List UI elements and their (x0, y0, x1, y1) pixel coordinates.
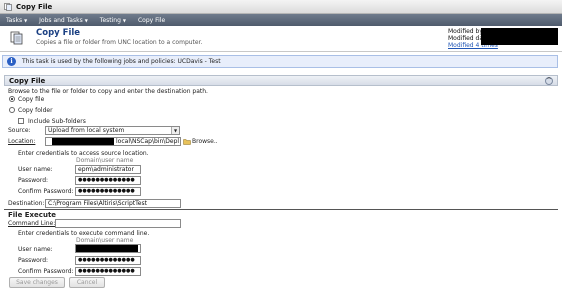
info-text: This task is used by the following jobs … (22, 58, 221, 65)
copy-file-icon (4, 2, 12, 11)
info-banner: i This task is used by the following job… (2, 55, 558, 68)
copy-instructions: Browse to the file or folder to copy and… (8, 88, 208, 95)
source-select[interactable]: Upload from local system ▼ (45, 126, 180, 135)
execute-password-input[interactable]: ●●●●●●●●●●●●● (75, 256, 141, 265)
task-header: Copy File Copies a file or folder from U… (0, 26, 562, 52)
redacted-block (76, 245, 138, 252)
menu-testing[interactable]: Testing ▼ (100, 17, 126, 24)
redacted-block (481, 28, 558, 45)
password-input[interactable]: ●●●●●●●●●●●●● (75, 176, 141, 185)
command-line-input[interactable] (55, 219, 181, 228)
execute-domain-hint: Domain\user name (76, 237, 134, 244)
modified-by-label: Modified by (448, 28, 483, 35)
menu-tasks[interactable]: Tasks ▼ (6, 17, 27, 24)
menu-jobs-and-tasks[interactable]: Jobs and Tasks ▼ (39, 17, 88, 24)
username-label: User name: (18, 166, 53, 173)
credentials-hint: Enter credentials to access source locat… (18, 150, 149, 157)
copy-file-radio-label: Copy file (18, 96, 45, 103)
copy-folder-radio-label: Copy folder (18, 107, 53, 114)
file-execute-title: File Execute (8, 211, 57, 219)
execute-credentials-hint: Enter credentials to execute command lin… (18, 230, 150, 237)
domain-hint: Domain\user name (76, 157, 134, 164)
source-label: Source: (8, 127, 31, 134)
destination-label: Destination: (8, 200, 45, 207)
copy-folder-radio[interactable] (9, 107, 15, 113)
destination-input[interactable]: C:\Program Files\Altiris\ScriptTest (45, 199, 181, 208)
execute-confirm-password-input[interactable]: ●●●●●●●●●●●●● (75, 267, 141, 276)
copy-file-section-header[interactable]: Copy File ^ (4, 75, 558, 86)
info-icon: i (7, 57, 16, 66)
redacted-block (52, 138, 114, 145)
chevron-down-icon: ▼ (24, 17, 28, 23)
page-title: Copy File (36, 28, 81, 38)
cancel-button[interactable]: Cancel (69, 277, 105, 288)
password-label: Password: (18, 177, 49, 184)
copy-file-radio[interactable] (9, 96, 15, 102)
menu-copy-file[interactable]: Copy File (138, 17, 165, 24)
chevron-down-icon: ▼ (122, 17, 126, 23)
chevron-down-icon: ▼ (84, 17, 88, 23)
browse-button[interactable]: Browse.. (192, 138, 218, 145)
chevron-down-icon: ▼ (171, 127, 179, 134)
save-changes-button[interactable]: Save changes (9, 277, 65, 288)
include-subfolders-label: Include Sub-folders (28, 118, 86, 125)
execute-password-label: Password: (18, 257, 49, 264)
modified-date-label: Modified da (448, 35, 483, 42)
username-input[interactable]: epm\administrator (75, 165, 141, 174)
window-titlebar: Copy File (0, 0, 562, 14)
location-label: Location: (8, 138, 36, 145)
window-title: Copy File (16, 2, 53, 11)
page-subtitle: Copies a file or folder from UNC locatio… (36, 39, 203, 46)
confirm-password-input[interactable]: ●●●●●●●●●●●●● (75, 187, 141, 196)
copy-file-icon (10, 31, 23, 45)
section-divider (4, 209, 558, 210)
section-title: Copy File (9, 77, 46, 85)
execute-username-label: User name: (18, 246, 53, 253)
command-line-label: Command Line: (8, 220, 56, 227)
include-subfolders-checkbox[interactable] (18, 118, 24, 124)
folder-icon (183, 139, 191, 145)
execute-confirm-password-label: Confirm Password: (18, 268, 74, 275)
collapse-icon[interactable]: ^ (545, 77, 553, 85)
menu-bar: Tasks ▼ Jobs and Tasks ▼ Testing ▼ Copy Fil… (0, 14, 562, 26)
confirm-password-label: Confirm Password: (18, 188, 74, 195)
